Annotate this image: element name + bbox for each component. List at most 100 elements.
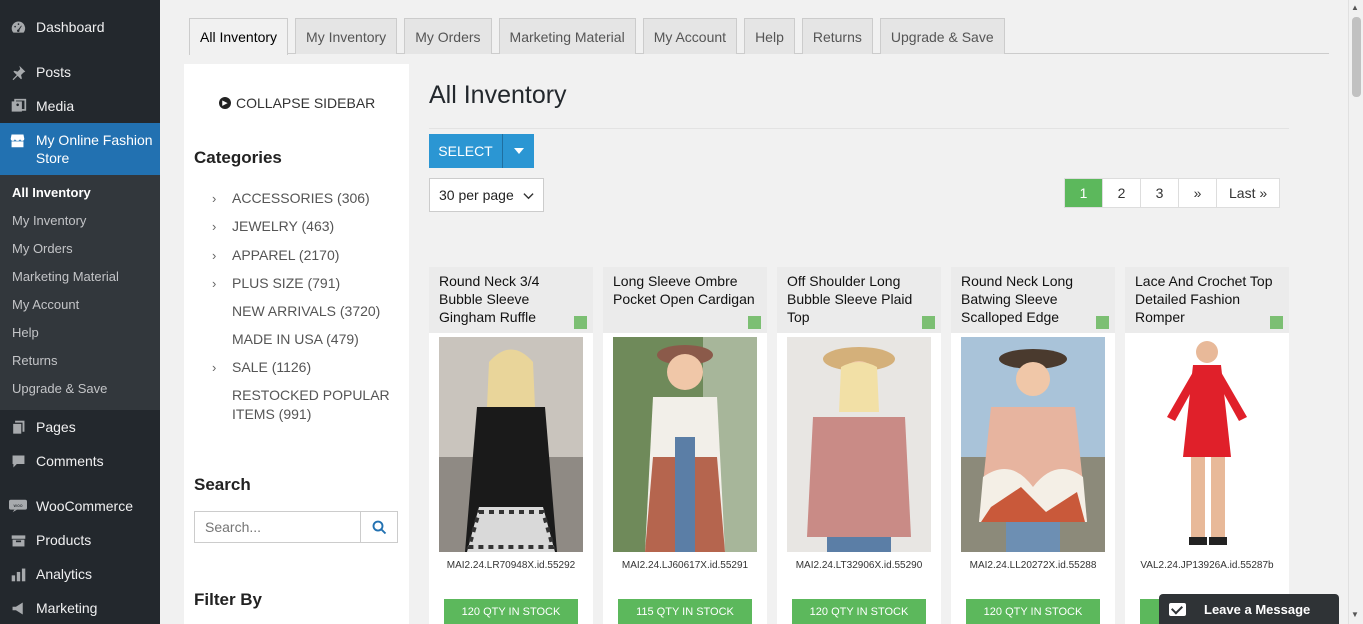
submenu-all-inventory[interactable]: All Inventory [0, 179, 160, 207]
product-header: Round Neck 3/4 Bubble Sleeve Gingham Ruf… [429, 267, 593, 333]
category-item[interactable]: › PLUS SIZE (791) [212, 274, 397, 293]
product-card[interactable]: Off Shoulder Long Bubble Sleeve Plaid To… [777, 267, 941, 624]
product-name[interactable]: Round Neck Long Batwing Sleeve Scalloped… [961, 273, 1073, 325]
status-indicator [1096, 316, 1109, 329]
menu-dashboard[interactable]: Dashboard [0, 10, 160, 44]
category-label: RESTOCKED POPULAR ITEMS (991) [232, 387, 390, 422]
tab-help[interactable]: Help [744, 18, 795, 54]
collapse-sidebar-button[interactable]: ▶ COLLAPSE SIDEBAR [219, 95, 375, 111]
menu-marketing-label: Marketing [36, 600, 98, 616]
leave-message-widget[interactable]: Leave a Message [1159, 594, 1339, 624]
tab-upgrade-save[interactable]: Upgrade & Save [879, 18, 1005, 54]
submenu-returns[interactable]: Returns [0, 347, 160, 375]
woo-icon: woo [9, 497, 27, 515]
tab-my-inventory[interactable]: My Inventory [295, 18, 398, 54]
page-next[interactable]: » [1179, 179, 1217, 207]
stock-badge[interactable]: 120 QTY IN STOCK [792, 599, 926, 624]
status-indicator [922, 316, 935, 329]
product-image[interactable] [1135, 337, 1279, 552]
product-card[interactable]: Lace And Crochet Top Detailed Fashion Ro… [1125, 267, 1289, 624]
product-header: Long Sleeve Ombre Pocket Open Cardigan [603, 267, 767, 333]
category-item[interactable]: › SALE (1126) [212, 358, 397, 377]
scroll-up-icon[interactable]: ▲ [1351, 3, 1359, 12]
product-image[interactable] [961, 337, 1105, 552]
search-input[interactable] [195, 512, 360, 542]
page-3[interactable]: 3 [1141, 179, 1179, 207]
store-icon [9, 131, 27, 149]
menu-fashion-store[interactable]: My Online Fashion Store [0, 123, 160, 175]
menu-pages[interactable]: Pages [0, 410, 160, 444]
tab-my-orders[interactable]: My Orders [404, 18, 492, 54]
menu-products[interactable]: Products [0, 523, 160, 557]
product-card[interactable]: Round Neck Long Batwing Sleeve Scalloped… [951, 267, 1115, 624]
product-image[interactable] [439, 337, 583, 552]
product-card[interactable]: Long Sleeve Ombre Pocket Open Cardigan M… [603, 267, 767, 624]
menu-comments[interactable]: Comments [0, 444, 160, 478]
product-name[interactable]: Off Shoulder Long Bubble Sleeve Plaid To… [787, 273, 912, 325]
category-label: APPAREL (2170) [232, 247, 340, 263]
tab-marketing-material[interactable]: Marketing Material [498, 18, 636, 54]
stock-badge[interactable]: 115 QTY IN STOCK [618, 599, 752, 624]
search-icon [372, 520, 386, 534]
leave-message-label: Leave a Message [1204, 601, 1311, 617]
menu-posts[interactable]: Posts [0, 55, 160, 89]
submenu-marketing-material[interactable]: Marketing Material [0, 263, 160, 291]
dashboard-icon [9, 18, 27, 36]
search-button[interactable] [360, 512, 397, 542]
chevron-right-icon[interactable]: › [212, 189, 216, 208]
product-name[interactable]: Lace And Crochet Top Detailed Fashion Ro… [1135, 273, 1273, 325]
category-item[interactable]: › ACCESSORIES (306) [212, 189, 397, 208]
menu-analytics[interactable]: Analytics [0, 557, 160, 591]
stock-badge[interactable] [1140, 599, 1160, 624]
product-name[interactable]: Round Neck 3/4 Bubble Sleeve Gingham Ruf… [439, 273, 539, 325]
status-indicator [1270, 316, 1283, 329]
submenu-my-orders[interactable]: My Orders [0, 235, 160, 263]
menu-media-label: Media [36, 98, 75, 114]
submenu-help[interactable]: Help [0, 319, 160, 347]
scroll-thumb[interactable] [1352, 17, 1361, 97]
menu-posts-label: Posts [36, 64, 72, 80]
page-last[interactable]: Last » [1217, 179, 1279, 207]
filter-sidebar: ▶ COLLAPSE SIDEBAR Categories › ACCESSORI… [184, 64, 409, 624]
menu-marketing[interactable]: Marketing [0, 591, 160, 624]
submenu-my-account[interactable]: My Account [0, 291, 160, 319]
chevron-right-icon[interactable]: › [212, 358, 216, 377]
product-card[interactable]: Round Neck 3/4 Bubble Sleeve Gingham Ruf… [429, 267, 593, 624]
submenu-my-inventory[interactable]: My Inventory [0, 207, 160, 235]
main-area: All Inventory My Inventory My Orders Mar… [160, 0, 1348, 624]
tab-my-account[interactable]: My Account [642, 18, 738, 54]
tab-returns[interactable]: Returns [801, 18, 873, 54]
categories-heading: Categories [194, 148, 282, 167]
per-page-select[interactable]: 30 per page [429, 178, 544, 212]
stock-badge[interactable]: 120 QTY IN STOCK [444, 599, 578, 624]
menu-woocommerce[interactable]: woo WooCommerce [0, 489, 160, 523]
category-item[interactable]: NEW ARRIVALS (3720) [212, 302, 397, 321]
scroll-down-icon[interactable]: ▼ [1351, 610, 1359, 619]
product-name[interactable]: Long Sleeve Ombre Pocket Open Cardigan [613, 273, 755, 307]
category-label: MADE IN USA (479) [232, 331, 359, 347]
product-image[interactable] [787, 337, 931, 552]
page-scrollbar[interactable]: ▲ ▼ [1348, 0, 1363, 624]
chevron-right-icon[interactable]: › [212, 217, 216, 236]
category-item[interactable]: › JEWELRY (463) [212, 217, 397, 236]
menu-media[interactable]: Media [0, 89, 160, 123]
chevron-right-icon[interactable]: › [212, 274, 216, 293]
product-image[interactable] [613, 337, 757, 552]
page-2[interactable]: 2 [1103, 179, 1141, 207]
select-label: SELECT [429, 134, 503, 168]
nav-tabs: All Inventory My Inventory My Orders Mar… [189, 18, 1329, 55]
category-item[interactable]: › APPAREL (2170) [212, 246, 397, 265]
category-item[interactable]: RESTOCKED POPULAR ITEMS (991) [212, 386, 397, 424]
status-indicator [748, 316, 761, 329]
category-item[interactable]: MADE IN USA (479) [212, 330, 397, 349]
menu-woocommerce-label: WooCommerce [36, 498, 133, 514]
page-1[interactable]: 1 [1065, 179, 1103, 207]
stock-badge[interactable]: 120 QTY IN STOCK [966, 599, 1100, 624]
category-label: PLUS SIZE (791) [232, 275, 341, 291]
product-sku: MAI2.24.LJ60617X.id.55291 [621, 560, 749, 571]
select-dropdown-button[interactable]: SELECT [429, 134, 534, 168]
tab-all-inventory[interactable]: All Inventory [189, 18, 289, 55]
chevron-right-icon[interactable]: › [212, 246, 216, 265]
caret-down-icon[interactable] [503, 134, 534, 168]
submenu-upgrade-save[interactable]: Upgrade & Save [0, 375, 160, 403]
